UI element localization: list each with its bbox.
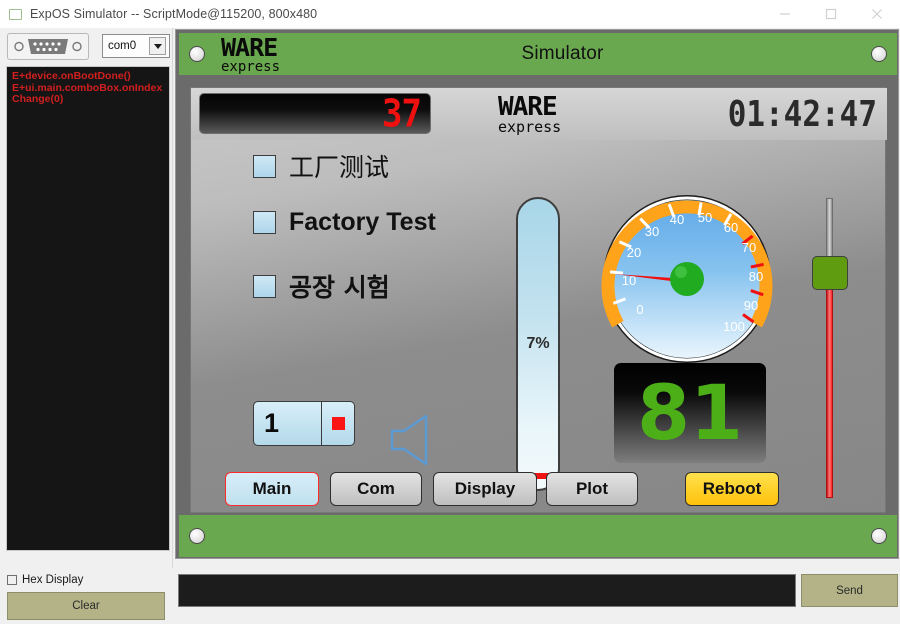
screw-icon: [871, 528, 887, 544]
svg-text:100: 100: [723, 319, 745, 334]
checkbox-ko[interactable]: [253, 274, 276, 298]
maximize-icon[interactable]: [808, 0, 854, 28]
checkbox-row-ko[interactable]: 공장 시험: [253, 268, 390, 304]
send-button[interactable]: Send: [801, 574, 898, 607]
screen-top-strip: 37 WARE express 01:42:47: [191, 88, 887, 140]
brand-logo: WARE express: [221, 35, 280, 74]
checkbox-label-zh: 工厂测试: [289, 153, 390, 182]
close-icon[interactable]: [854, 0, 900, 28]
checkbox-row-en[interactable]: Factory Test: [253, 208, 436, 237]
left-panel-footer: Hex Display Clear: [0, 568, 173, 624]
send-input[interactable]: [178, 574, 796, 607]
screw-icon: [870, 46, 887, 62]
svg-text:20: 20: [627, 245, 641, 260]
svg-text:70: 70: [742, 240, 756, 255]
speaker-icon[interactable]: [386, 413, 438, 472]
nav-button-com[interactable]: Com: [330, 472, 422, 506]
window-titlebar: ExpOS Simulator -- ScriptMode@115200, 80…: [0, 0, 900, 28]
log-output[interactable]: E+device.onBootDone() E+ui.main.comboBox…: [6, 66, 170, 551]
log-line: E+device.onBootDone(): [12, 70, 131, 82]
stop-square-icon[interactable]: [321, 402, 354, 445]
svg-text:50: 50: [698, 210, 712, 225]
port-select-value: com0: [108, 40, 137, 52]
clock-display: 01:42:47: [727, 94, 877, 136]
big-number-value: 81: [637, 368, 743, 457]
checkbox-row-zh[interactable]: 工厂测试: [253, 148, 389, 184]
vertical-slider[interactable]: [809, 198, 849, 498]
window-controls: [762, 0, 900, 28]
svg-text:40: 40: [670, 212, 684, 227]
hex-display-checkbox[interactable]: [7, 575, 17, 585]
brand-logo-ware: WARE: [221, 32, 278, 62]
svg-text:30: 30: [645, 224, 659, 239]
nav-button-plot[interactable]: Plot: [546, 472, 638, 506]
spinbox[interactable]: 1: [253, 401, 355, 446]
checkbox-label-en: Factory Test: [289, 208, 436, 236]
reboot-button[interactable]: Reboot: [685, 472, 779, 506]
segment-display-value: 37: [382, 91, 422, 136]
brand-logo-express: express: [221, 58, 281, 75]
screen-brand-ware: WARE: [498, 92, 558, 122]
progress-bar-vertical[interactable]: 7%: [516, 197, 560, 491]
hex-display-toggle[interactable]: Hex Display: [7, 574, 83, 586]
spinbox-value: 1: [264, 408, 280, 438]
nav-button-display[interactable]: Display: [433, 472, 537, 506]
hex-display-label: Hex Display: [22, 574, 84, 586]
device-screen: 37 WARE express 01:42:47 工厂测试 Factory Te…: [190, 87, 887, 513]
svg-text:90: 90: [744, 298, 758, 313]
db9-serial-port-icon[interactable]: [7, 33, 89, 60]
port-select[interactable]: com0: [102, 34, 170, 58]
simulator-label: Simulator: [521, 43, 604, 64]
segment-display: 37: [199, 91, 431, 136]
chevron-down-icon[interactable]: [149, 37, 166, 55]
nav-button-main[interactable]: Main: [225, 472, 319, 506]
clear-button[interactable]: Clear: [7, 592, 165, 620]
screw-icon: [189, 46, 205, 62]
big-number-display: 81: [614, 363, 766, 463]
window-title: ExpOS Simulator -- ScriptMode@115200, 80…: [30, 7, 318, 21]
checkbox-zh[interactable]: [253, 154, 276, 178]
analog-gauge[interactable]: 0 10 20 30 40 50 60 70 80 90 100: [601, 193, 773, 365]
svg-text:0: 0: [636, 302, 643, 317]
left-panel: com0 E+device.onBootDone() E+ui.main.com…: [0, 28, 173, 568]
slider-track-lower: [826, 284, 833, 498]
checkbox-en[interactable]: [253, 211, 276, 234]
device-simulator: WARE express Simulator 37 WARE express 0…: [175, 29, 899, 559]
screen-brand-logo: WARE express: [498, 94, 561, 135]
send-bar: Send: [173, 568, 900, 624]
log-line: E+ui.main.comboBox.onIndexChange(0): [12, 81, 163, 105]
svg-text:60: 60: [724, 220, 738, 235]
progress-value: 7%: [526, 335, 550, 352]
device-footer-bezel: [179, 515, 897, 557]
checkbox-label-ko: 공장 시험: [289, 273, 390, 302]
screen-brand-express: express: [498, 118, 562, 136]
device-header-bezel: WARE express Simulator: [179, 33, 897, 75]
svg-text:80: 80: [749, 269, 763, 284]
minimize-icon[interactable]: [762, 0, 808, 28]
slider-handle[interactable]: [812, 256, 848, 290]
screw-icon: [189, 528, 205, 544]
app-window-icon: [9, 8, 22, 20]
